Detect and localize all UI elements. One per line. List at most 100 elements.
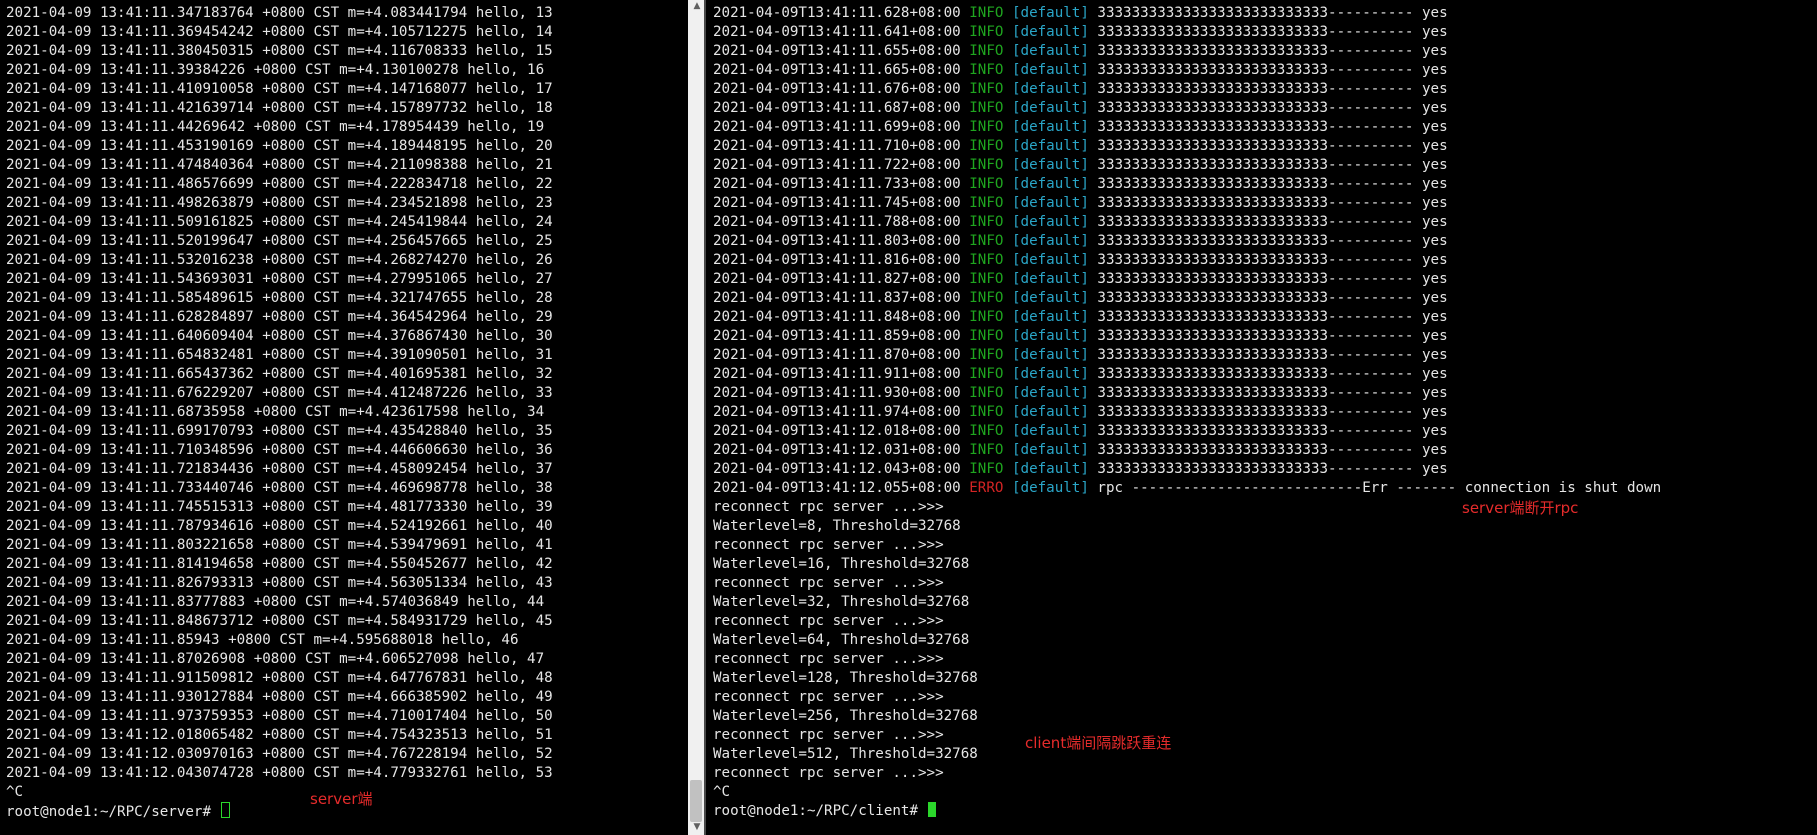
log-timestamp: 2021-04-09T13:41:11.733+08:00 — [713, 176, 961, 192]
log-level: ERRO — [969, 480, 1004, 496]
log-line: 2021-04-09T13:41:11.676+08:00 INFO [defa… — [713, 80, 1661, 99]
log-message: 333333333333333333333333333---------- ye… — [1097, 309, 1448, 325]
log-line: 2021-04-09T13:41:11.803+08:00 INFO [defa… — [713, 232, 1661, 251]
log-line: 2021-04-09T13:41:11.827+08:00 INFO [defa… — [713, 270, 1661, 289]
log-message: 333333333333333333333333333---------- ye… — [1097, 404, 1448, 420]
scroll-down-arrow-icon[interactable]: ▼ — [690, 821, 704, 833]
log-tag: [default] — [1011, 43, 1089, 59]
log-line: 2021-04-09 13:41:11.44269642 +0800 CST m… — [6, 119, 545, 135]
log-line: 2021-04-09 13:41:11.676229207 +0800 CST … — [6, 385, 553, 401]
log-line: 2021-04-09T13:41:11.710+08:00 INFO [defa… — [713, 137, 1661, 156]
log-timestamp: 2021-04-09T13:41:11.699+08:00 — [713, 119, 961, 135]
log-timestamp: 2021-04-09T13:41:11.930+08:00 — [713, 385, 961, 401]
log-line: 2021-04-09 13:41:11.369454242 +0800 CST … — [6, 24, 553, 40]
log-line: 2021-04-09 13:41:11.532016238 +0800 CST … — [6, 252, 553, 268]
log-line: 2021-04-09 13:41:11.710348596 +0800 CST … — [6, 442, 553, 458]
log-timestamp: 2021-04-09T13:41:12.043+08:00 — [713, 461, 961, 477]
server-prompt-line[interactable]: root@node1:~/RPC/server# — [6, 802, 553, 821]
scroll-up-arrow-icon[interactable]: ▲ — [690, 0, 704, 12]
log-timestamp: 2021-04-09T13:41:11.665+08:00 — [713, 62, 961, 78]
log-line: 2021-04-09 13:41:11.745515313 +0800 CST … — [6, 499, 553, 515]
log-line: 2021-04-09 13:41:11.83777883 +0800 CST m… — [6, 594, 545, 610]
log-line: 2021-04-09T13:41:11.788+08:00 INFO [defa… — [713, 213, 1661, 232]
log-level: INFO — [969, 233, 1004, 249]
log-tag: [default] — [1011, 157, 1089, 173]
log-level: INFO — [969, 423, 1004, 439]
log-tag: [default] — [1011, 271, 1089, 287]
text-cursor — [220, 802, 230, 818]
log-line: 2021-04-09 13:41:11.347183764 +0800 CST … — [6, 5, 553, 21]
log-message: 333333333333333333333333333---------- ye… — [1097, 62, 1448, 78]
log-timestamp: 2021-04-09T13:41:12.018+08:00 — [713, 423, 961, 439]
log-message: 333333333333333333333333333---------- ye… — [1097, 5, 1448, 21]
shell-prompt: root@node1:~/RPC/server# — [6, 804, 220, 820]
log-tag: [default] — [1011, 423, 1089, 439]
log-line: 2021-04-09T13:41:12.018+08:00 INFO [defa… — [713, 422, 1661, 441]
log-tag: [default] — [1011, 461, 1089, 477]
log-timestamp: 2021-04-09T13:41:11.974+08:00 — [713, 404, 961, 420]
log-level: INFO — [969, 24, 1004, 40]
log-level: INFO — [969, 328, 1004, 344]
log-tag: [default] — [1011, 119, 1089, 135]
client-output: 2021-04-09T13:41:11.628+08:00 INFO [defa… — [713, 4, 1661, 821]
log-message: 333333333333333333333333333---------- ye… — [1097, 100, 1448, 116]
log-level: INFO — [969, 43, 1004, 59]
log-line: 2021-04-09T13:41:11.848+08:00 INFO [defa… — [713, 308, 1661, 327]
log-level: INFO — [969, 404, 1004, 420]
output-line: Waterlevel=8, Threshold=32768 — [713, 518, 961, 534]
log-line: 2021-04-09 13:41:12.018065482 +0800 CST … — [6, 727, 553, 743]
log-line: 2021-04-09 13:41:11.486576699 +0800 CST … — [6, 176, 553, 192]
log-timestamp: 2021-04-09T13:41:11.837+08:00 — [713, 290, 961, 306]
log-level: INFO — [969, 100, 1004, 116]
server-terminal[interactable]: 2021-04-09 13:41:11.347183764 +0800 CST … — [0, 0, 688, 835]
log-line: 2021-04-09T13:41:11.930+08:00 INFO [defa… — [713, 384, 1661, 403]
log-line: 2021-04-09 13:41:11.421639714 +0800 CST … — [6, 100, 553, 116]
scrollbar-thumb[interactable] — [690, 780, 702, 822]
log-line: 2021-04-09 13:41:11.911509812 +0800 CST … — [6, 670, 553, 686]
log-line: 2021-04-09 13:41:11.973759353 +0800 CST … — [6, 708, 553, 724]
log-line: 2021-04-09T13:41:11.687+08:00 INFO [defa… — [713, 99, 1661, 118]
log-level: INFO — [969, 62, 1004, 78]
log-line: 2021-04-09T13:41:11.745+08:00 INFO [defa… — [713, 194, 1661, 213]
log-line: 2021-04-09 13:41:12.043074728 +0800 CST … — [6, 765, 553, 781]
log-line: 2021-04-09T13:41:11.974+08:00 INFO [defa… — [713, 403, 1661, 422]
log-level: INFO — [969, 138, 1004, 154]
log-level: INFO — [969, 214, 1004, 230]
client-prompt-line[interactable]: root@node1:~/RPC/client# — [713, 802, 1661, 821]
output-line: reconnect rpc server ...>>> — [713, 727, 944, 743]
log-line: 2021-04-09 13:41:11.699170793 +0800 CST … — [6, 423, 553, 439]
output-line: Waterlevel=64, Threshold=32768 — [713, 632, 970, 648]
log-line: 2021-04-09 13:41:11.803221658 +0800 CST … — [6, 537, 553, 553]
log-line: 2021-04-09 13:41:11.628284897 +0800 CST … — [6, 309, 553, 325]
log-line: 2021-04-09 13:41:11.848673712 +0800 CST … — [6, 613, 553, 629]
log-line: 2021-04-09 13:41:11.87026908 +0800 CST m… — [6, 651, 545, 667]
log-message: 333333333333333333333333333---------- ye… — [1097, 214, 1448, 230]
log-line: 2021-04-09T13:41:11.859+08:00 INFO [defa… — [713, 327, 1661, 346]
log-level: INFO — [969, 385, 1004, 401]
log-tag: [default] — [1011, 442, 1089, 458]
log-line: 2021-04-09 13:41:11.39384226 +0800 CST m… — [6, 62, 545, 78]
client-terminal[interactable]: 2021-04-09T13:41:11.628+08:00 INFO [defa… — [706, 0, 1817, 835]
log-message: 333333333333333333333333333---------- ye… — [1097, 461, 1448, 477]
log-line: 2021-04-09 13:41:11.498263879 +0800 CST … — [6, 195, 553, 211]
log-level: INFO — [969, 309, 1004, 325]
output-line: Waterlevel=256, Threshold=32768 — [713, 708, 978, 724]
log-line: 2021-04-09 13:41:11.665437362 +0800 CST … — [6, 366, 553, 382]
log-message: 333333333333333333333333333---------- ye… — [1097, 176, 1448, 192]
log-timestamp: 2021-04-09T13:41:11.827+08:00 — [713, 271, 961, 287]
log-timestamp: 2021-04-09T13:41:11.710+08:00 — [713, 138, 961, 154]
log-level: INFO — [969, 81, 1004, 97]
log-message: 333333333333333333333333333---------- ye… — [1097, 119, 1448, 135]
log-tag: [default] — [1011, 214, 1089, 230]
log-timestamp: 2021-04-09T13:41:11.745+08:00 — [713, 195, 961, 211]
log-message: 333333333333333333333333333---------- ye… — [1097, 290, 1448, 306]
log-timestamp: 2021-04-09T13:41:11.641+08:00 — [713, 24, 961, 40]
log-message: 333333333333333333333333333---------- ye… — [1097, 24, 1448, 40]
output-line: Waterlevel=16, Threshold=32768 — [713, 556, 970, 572]
log-timestamp: 2021-04-09T13:41:11.687+08:00 — [713, 100, 961, 116]
log-line: 2021-04-09 13:41:12.030970163 +0800 CST … — [6, 746, 553, 762]
log-timestamp: 2021-04-09T13:41:11.803+08:00 — [713, 233, 961, 249]
log-tag: [default] — [1011, 252, 1089, 268]
text-cursor — [927, 802, 936, 817]
log-message: 333333333333333333333333333---------- ye… — [1097, 233, 1448, 249]
